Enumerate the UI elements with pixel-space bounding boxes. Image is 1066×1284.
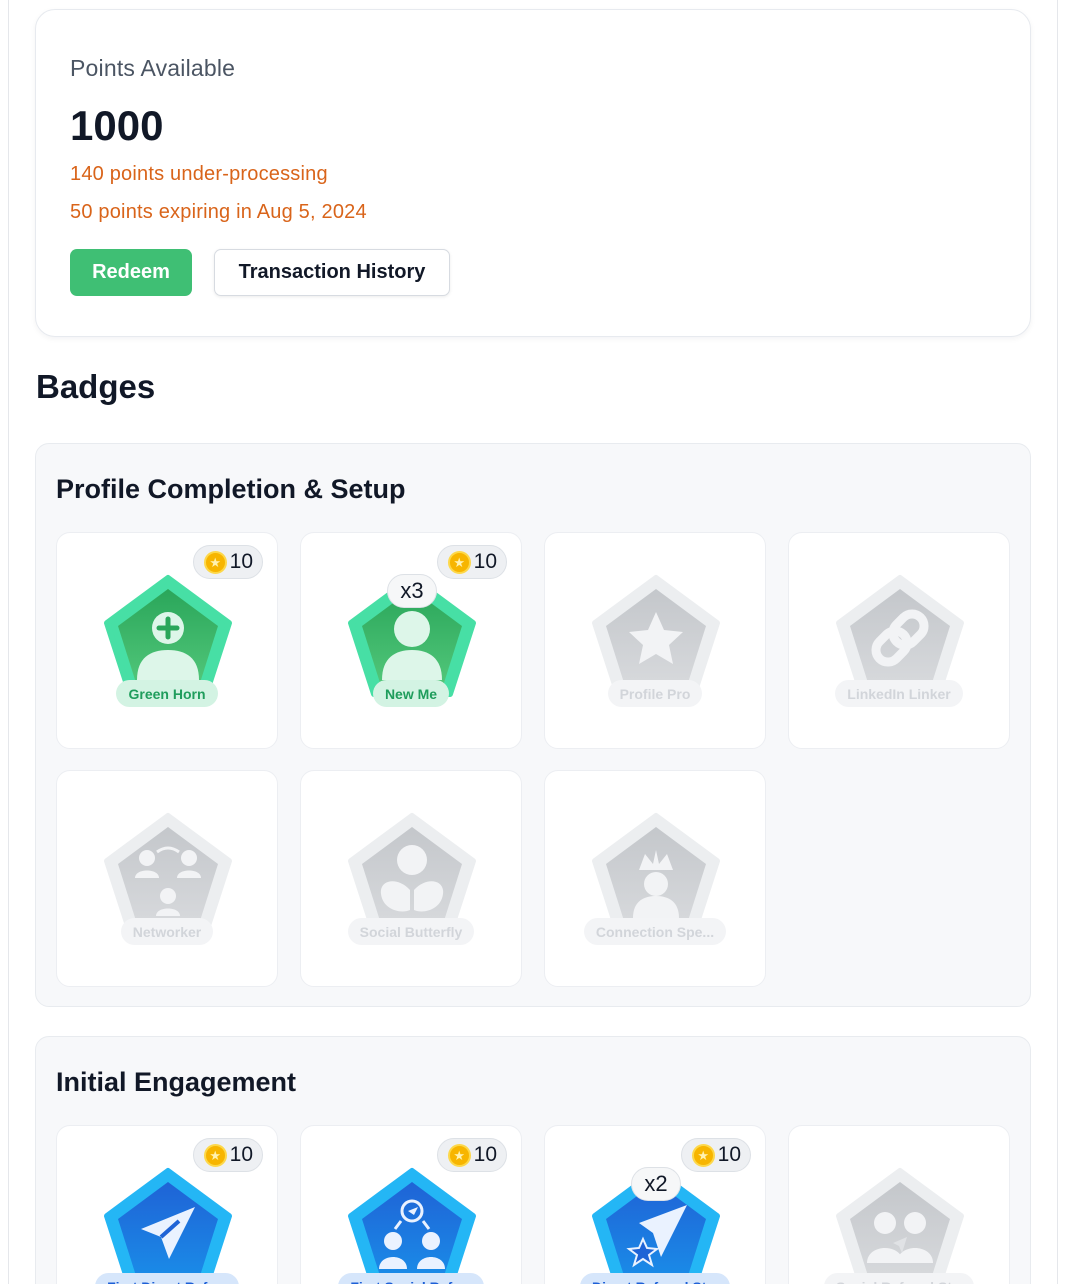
social-referral-icon [348,1168,476,1284]
badge-name: Profile Pro [607,680,703,707]
page-left-border [8,0,9,1284]
badge-card[interactable]: Networker [56,770,278,987]
badge-label-wrap: Green Horn [57,680,277,707]
coin-icon: ★ [691,1143,715,1167]
badge-label-wrap: Social Butterfly [301,918,521,945]
badge-label-wrap: First Social Refe... [301,1273,521,1284]
badge-card[interactable]: First Social Refe... ★10 [300,1125,522,1284]
badge-label-wrap: Connection Spe... [545,918,765,945]
points-expiring-note: 50 points expiring in Aug 5, 2024 [70,201,367,223]
badge-card[interactable]: New Me ★ 10 x3 [300,532,522,749]
badge-points-pill: ★ 10 [436,545,507,579]
badge-label-wrap: Direct Referral Star [545,1273,765,1284]
badge-name: Social Butterfly [347,918,475,945]
badges-heading: Badges [36,368,156,405]
badge-section-profile-completion: Profile Completion & Setup Green Horn ★ 10… [35,443,1031,1007]
badge-label-wrap: Social Referral St... [789,1273,1009,1284]
badge-card[interactable]: Green Horn ★ 10 [56,532,278,749]
section-title: Profile Completion & Setup [56,474,406,504]
badge-label-wrap: First Direct Refe... [57,1273,277,1284]
coin-icon: ★ [447,1143,471,1167]
page-right-border [1057,0,1058,1284]
badge-points-value: 10 [229,550,253,573]
badge-section-initial-engagement: Initial Engagement First Direct Refe... ★… [35,1036,1031,1284]
badge-points-value: 10 [473,1143,497,1166]
badge-card[interactable]: LinkedIn Linker [788,532,1010,749]
badge-label-wrap: New Me [301,680,521,707]
badge-card[interactable]: Direct Referral Star★10x2 [544,1125,766,1284]
redeem-button[interactable]: Redeem [70,249,192,296]
badge-name: First Social Refe... [338,1273,484,1284]
coin-icon: ★ [447,550,471,574]
badge-name: Direct Referral Star [580,1273,730,1284]
badge-name: Connection Spe... [583,918,727,945]
send-icon [104,1168,232,1284]
section-title: Initial Engagement [56,1067,297,1097]
badge-points-pill: ★ 10 [680,1138,751,1172]
badge-name: Networker [120,918,214,945]
group-send-icon [836,1168,964,1284]
badge-card[interactable]: Connection Spe... [544,770,766,987]
points-card: Points Available 1000 140 points under-p… [35,9,1031,337]
badge-points-value: 10 [473,550,497,573]
badge-points-pill: ★ 10 [192,1138,263,1172]
badge-points-value: 10 [717,1143,741,1166]
badge-label-wrap: LinkedIn Linker [789,680,1009,707]
badge-card[interactable]: Social Referral St... [788,1125,1010,1284]
badge-multiplier: x2 [631,1167,681,1201]
badge-card[interactable]: Social Butterfly [300,770,522,987]
badge-multiplier: x3 [387,574,437,608]
badge-name: Social Referral St... [824,1273,974,1284]
coin-icon: ★ [203,1143,227,1167]
transaction-history-button[interactable]: Transaction History [214,249,450,296]
coin-icon: ★ [203,550,227,574]
badge-name: First Direct Refe... [95,1273,239,1284]
points-available-label: Points Available [70,55,236,81]
badge-card[interactable]: First Direct Refe... ★10 [56,1125,278,1284]
badge-points-pill: ★ 10 [436,1138,507,1172]
badge-name: LinkedIn Linker [835,680,963,707]
badge-name: Green Horn [116,680,218,707]
badge-points-pill: ★ 10 [192,545,263,579]
badge-label-wrap: Networker [57,918,277,945]
badge-label-wrap: Profile Pro [545,680,765,707]
badge-points-value: 10 [229,1143,253,1166]
badge-name: New Me [372,680,450,707]
points-processing-note: 140 points under-processing [70,163,328,185]
points-available-value: 1000 [70,102,164,149]
badge-card[interactable]: Profile Pro [544,532,766,749]
